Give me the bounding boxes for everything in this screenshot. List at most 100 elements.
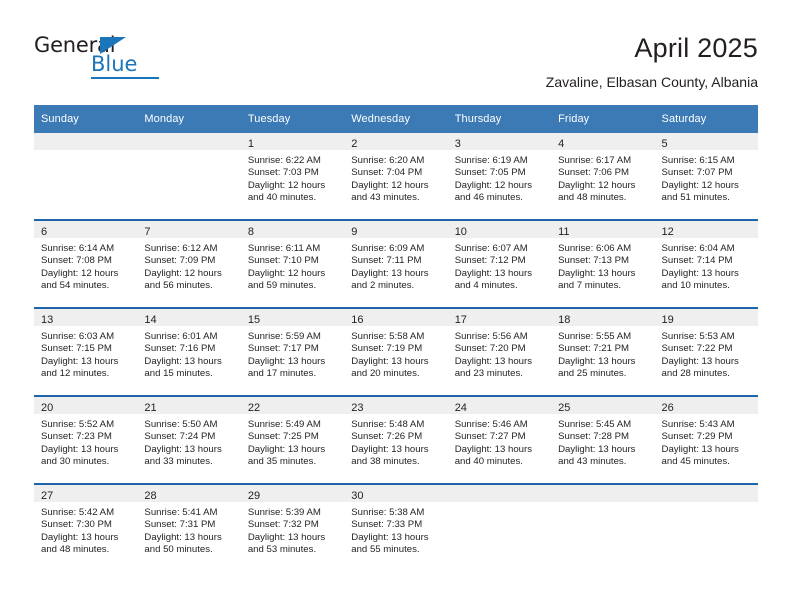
day-number-band: 23 [344,397,448,414]
daylight-text-line1: Daylight: 12 hours [454,179,533,191]
day-number-band: 14 [137,309,241,326]
daylight-text-line2: and 46 minutes. [454,192,523,204]
calendar-day-cell[interactable]: 30 Sunrise: 5:38 AM Sunset: 7:33 PM Dayligh… [344,483,448,571]
calendar-day-cell[interactable]: 6 Sunrise: 6:14 AM Sunset: 7:08 PM Daylight… [34,219,138,308]
day-cell-inner: 12 Sunrise: 6:04 AM Sunset: 7:14 PM Dayligh… [654,221,758,307]
day-details: Sunrise: 5:46 AM Sunset: 7:27 PM Daylight:… [448,414,551,469]
calendar-day-cell [137,133,241,220]
day-details [551,502,654,507]
calendar-day-cell[interactable]: 18 Sunrise: 5:55 AM Sunset: 7:21 PM Dayligh… [551,307,655,396]
day-number-band [34,133,138,150]
day-cell-inner: 8 Sunrise: 6:11 AM Sunset: 7:10 PM Daylight… [240,221,345,307]
daylight-text-line2: and 38 minutes. [351,456,420,468]
daylight-text-line2: and 4 minutes. [454,280,518,292]
day-cell-inner: 19 Sunrise: 5:53 AM Sunset: 7:22 PM Dayligh… [654,309,758,395]
day-number: 7 [144,226,151,238]
day-number-band: 13 [34,309,138,326]
daylight-text-line2: and 15 minutes. [144,368,213,380]
daylight-text-line2: and 2 minutes. [351,280,415,292]
calendar-day-cell[interactable]: 4 Sunrise: 6:17 AM Sunset: 7:06 PM Daylight… [551,133,655,220]
calendar-day-cell[interactable]: 5 Sunrise: 6:15 AM Sunset: 7:07 PM Daylight… [654,133,758,220]
daylight-text-line1: Daylight: 12 hours [247,267,326,279]
calendar-day-cell[interactable]: 12 Sunrise: 6:04 AM Sunset: 7:14 PM Dayligh… [654,219,758,308]
day-cell-inner: 9 Sunrise: 6:09 AM Sunset: 7:11 PM Daylight… [344,221,448,307]
day-details [655,502,758,507]
calendar-day-cell[interactable]: 19 Sunrise: 5:53 AM Sunset: 7:22 PM Dayligh… [654,307,758,396]
calendar-day-cell[interactable]: 29 Sunrise: 5:39 AM Sunset: 7:32 PM Dayligh… [240,483,345,571]
day-number: 18 [558,314,571,326]
calendar-day-cell[interactable]: 7 Sunrise: 6:12 AM Sunset: 7:09 PM Daylight… [137,219,241,308]
sunrise-text: Sunrise: 6:06 AM [558,243,632,254]
daylight-text-line1: Daylight: 13 hours [247,531,326,543]
day-number-band: 25 [551,397,655,414]
calendar-day-cell[interactable]: 20 Sunrise: 5:52 AM Sunset: 7:23 PM Dayligh… [34,395,138,484]
day-number-band: 15 [240,309,345,326]
sunrise-text: Sunrise: 6:09 AM [351,243,425,254]
sunrise-text: Sunrise: 6:19 AM [454,155,528,166]
day-details: Sunrise: 5:39 AM Sunset: 7:32 PM Daylight:… [241,502,344,557]
calendar-day-cell[interactable]: 23 Sunrise: 5:48 AM Sunset: 7:26 PM Dayligh… [344,395,448,484]
sunset-text: Sunset: 7:06 PM [558,167,630,179]
day-number: 24 [454,402,467,414]
logo-text-blue: Blue [91,52,138,76]
calendar-day-cell[interactable]: 1 Sunrise: 6:22 AM Sunset: 7:03 PM Daylight… [240,133,345,220]
day-number: 2 [351,138,358,150]
daylight-text-line1: Daylight: 13 hours [558,355,636,367]
sunrise-text: Sunrise: 5:46 AM [454,419,528,430]
calendar-day-cell[interactable]: 26 Sunrise: 5:43 AM Sunset: 7:29 PM Dayligh… [654,395,758,484]
daylight-text-line1: Daylight: 13 hours [454,443,533,455]
sunrise-text: Sunrise: 6:14 AM [41,243,115,254]
sunset-text: Sunset: 7:20 PM [454,343,526,355]
calendar-day-cell[interactable]: 11 Sunrise: 6:06 AM Sunset: 7:13 PM Dayligh… [551,219,655,308]
daylight-text-line1: Daylight: 13 hours [144,531,222,543]
daylight-text-line2: and 7 minutes. [558,280,622,292]
sunrise-text: Sunrise: 5:43 AM [661,419,735,430]
sunset-text: Sunset: 7:15 PM [41,343,112,355]
calendar-day-cell[interactable]: 21 Sunrise: 5:50 AM Sunset: 7:24 PM Dayligh… [137,395,241,484]
daylight-text-line2: and 30 minutes. [41,456,110,468]
day-number-band: 17 [447,309,552,326]
day-number-band: 26 [654,397,758,414]
calendar-day-cell[interactable]: 2 Sunrise: 6:20 AM Sunset: 7:04 PM Daylight… [344,133,448,220]
sunrise-text: Sunrise: 6:17 AM [558,155,632,166]
daylight-text-line1: Daylight: 12 hours [144,267,222,279]
daylight-text-line2: and 40 minutes. [454,456,523,468]
sunrise-text: Sunrise: 5:53 AM [661,331,735,342]
day-cell-inner: 16 Sunrise: 5:58 AM Sunset: 7:19 PM Dayligh… [344,309,448,395]
day-number: 14 [144,314,157,326]
calendar-day-cell[interactable]: 9 Sunrise: 6:09 AM Sunset: 7:11 PM Daylight… [344,219,448,308]
calendar-day-cell[interactable]: 17 Sunrise: 5:56 AM Sunset: 7:20 PM Dayligh… [447,307,552,396]
daylight-text-line1: Daylight: 13 hours [558,267,636,279]
sunset-text: Sunset: 7:19 PM [351,343,423,355]
day-details [34,150,137,155]
sunset-text: Sunset: 7:33 PM [351,519,423,531]
day-number: 6 [41,226,48,238]
calendar-day-cell[interactable]: 25 Sunrise: 5:45 AM Sunset: 7:28 PM Dayligh… [551,395,655,484]
weekday-header-tuesday: Tuesday [240,105,345,133]
calendar-day-cell[interactable]: 8 Sunrise: 6:11 AM Sunset: 7:10 PM Daylight… [240,219,345,308]
calendar-day-cell [34,133,138,220]
day-number-band: 21 [137,397,241,414]
day-number: 29 [247,490,261,502]
calendar-day-cell[interactable]: 13 Sunrise: 6:03 AM Sunset: 7:15 PM Dayligh… [34,307,138,396]
calendar-day-cell[interactable]: 16 Sunrise: 5:58 AM Sunset: 7:19 PM Dayligh… [344,307,448,396]
calendar-day-cell[interactable]: 15 Sunrise: 5:59 AM Sunset: 7:17 PM Dayligh… [240,307,345,396]
daylight-text-line1: Daylight: 13 hours [661,267,739,279]
daylight-text-line1: Daylight: 13 hours [41,443,119,455]
daylight-text-line2: and 45 minutes. [661,456,730,468]
calendar-day-cell[interactable]: 27 Sunrise: 5:42 AM Sunset: 7:30 PM Dayligh… [34,483,138,571]
day-number-band: 2 [344,133,448,150]
daylight-text-line2: and 25 minutes. [558,368,627,380]
sunset-text: Sunset: 7:31 PM [144,519,216,531]
day-cell-inner: 13 Sunrise: 6:03 AM Sunset: 7:15 PM Dayligh… [34,309,138,395]
calendar-day-cell[interactable]: 24 Sunrise: 5:46 AM Sunset: 7:27 PM Dayligh… [447,395,552,484]
sunrise-text: Sunrise: 6:11 AM [247,243,321,254]
sunrise-text: Sunrise: 5:41 AM [144,507,218,518]
sunset-text: Sunset: 7:13 PM [558,255,630,267]
calendar-day-cell[interactable]: 10 Sunrise: 6:07 AM Sunset: 7:12 PM Dayligh… [447,219,552,308]
calendar-day-cell[interactable]: 22 Sunrise: 5:49 AM Sunset: 7:25 PM Dayligh… [240,395,345,484]
calendar-day-cell[interactable]: 3 Sunrise: 6:19 AM Sunset: 7:05 PM Daylight… [447,133,552,220]
day-details: Sunrise: 6:06 AM Sunset: 7:13 PM Daylight:… [551,238,654,293]
calendar-day-cell[interactable]: 28 Sunrise: 5:41 AM Sunset: 7:31 PM Dayligh… [137,483,241,571]
calendar-day-cell[interactable]: 14 Sunrise: 6:01 AM Sunset: 7:16 PM Dayligh… [137,307,241,396]
